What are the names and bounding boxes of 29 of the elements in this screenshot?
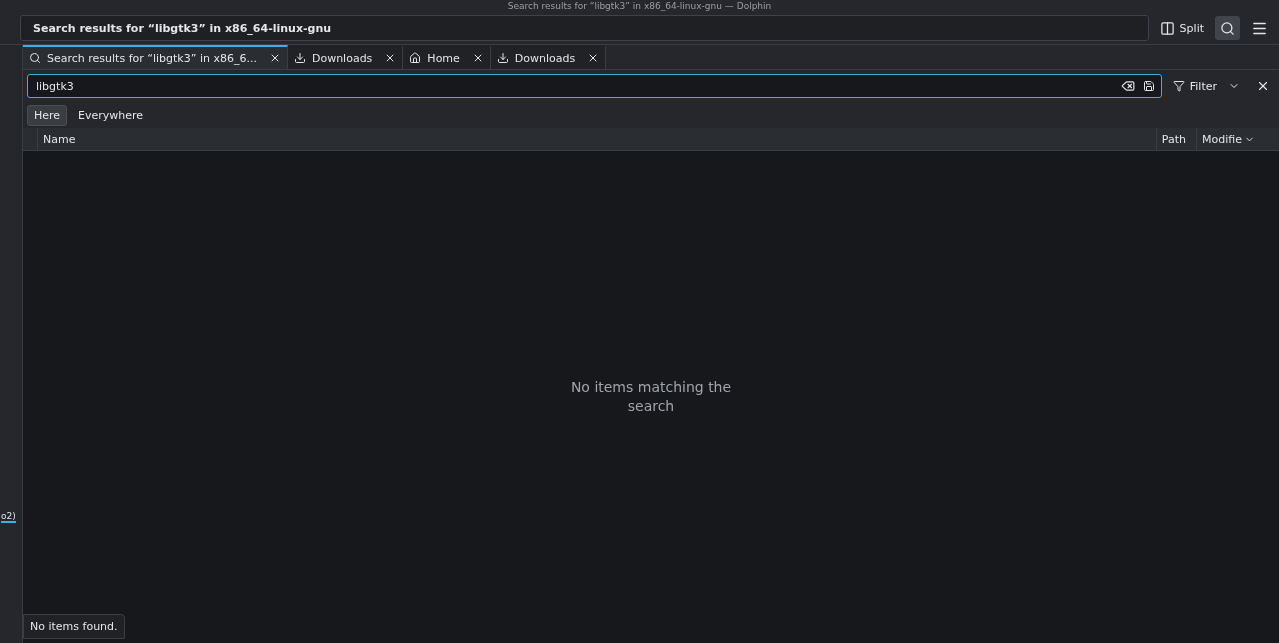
split-view-icon [1159, 20, 1175, 36]
save-icon[interactable] [1142, 80, 1155, 92]
search-button[interactable] [1215, 16, 1240, 40]
tab[interactable]: Search results for “libgtk3” in x86_6... [23, 45, 288, 69]
column-header[interactable]: Modifie [1196, 128, 1265, 150]
window-title: Search results for “libgtk3” in x86_64-linux-gnu — Dolphin [507, 1, 772, 11]
column-header[interactable]: Name [37, 128, 1156, 150]
close-icon [1256, 79, 1270, 93]
tab[interactable]: Downloads [490, 45, 607, 69]
filter-button[interactable]: Filter [1167, 74, 1245, 98]
search-icon [1220, 20, 1235, 36]
scope-button[interactable]: Everywhere [71, 104, 151, 126]
scope-button[interactable]: Here [27, 104, 68, 126]
filter-icon [1172, 80, 1185, 92]
tab[interactable]: Downloads [287, 45, 404, 69]
split-button[interactable]: Split [1154, 16, 1209, 40]
empty-message: No items matching the search [569, 378, 733, 416]
panel-text: o2) [1, 511, 16, 523]
download-icon [496, 52, 509, 64]
tab[interactable]: Home [403, 45, 491, 69]
search-input[interactable]: libgtk3 [34, 78, 1113, 94]
status-message: No items found. [23, 614, 125, 639]
house-icon [409, 52, 422, 64]
search-icon [29, 52, 41, 64]
location-bar[interactable]: Search results for “libgtk3” in x86_64-linux-gnu [20, 15, 1149, 41]
download-icon [293, 52, 306, 64]
clear-icon[interactable] [1120, 79, 1135, 93]
search-field[interactable]: libgtk3 [27, 74, 1162, 98]
column-header[interactable]: Path [1155, 128, 1197, 150]
